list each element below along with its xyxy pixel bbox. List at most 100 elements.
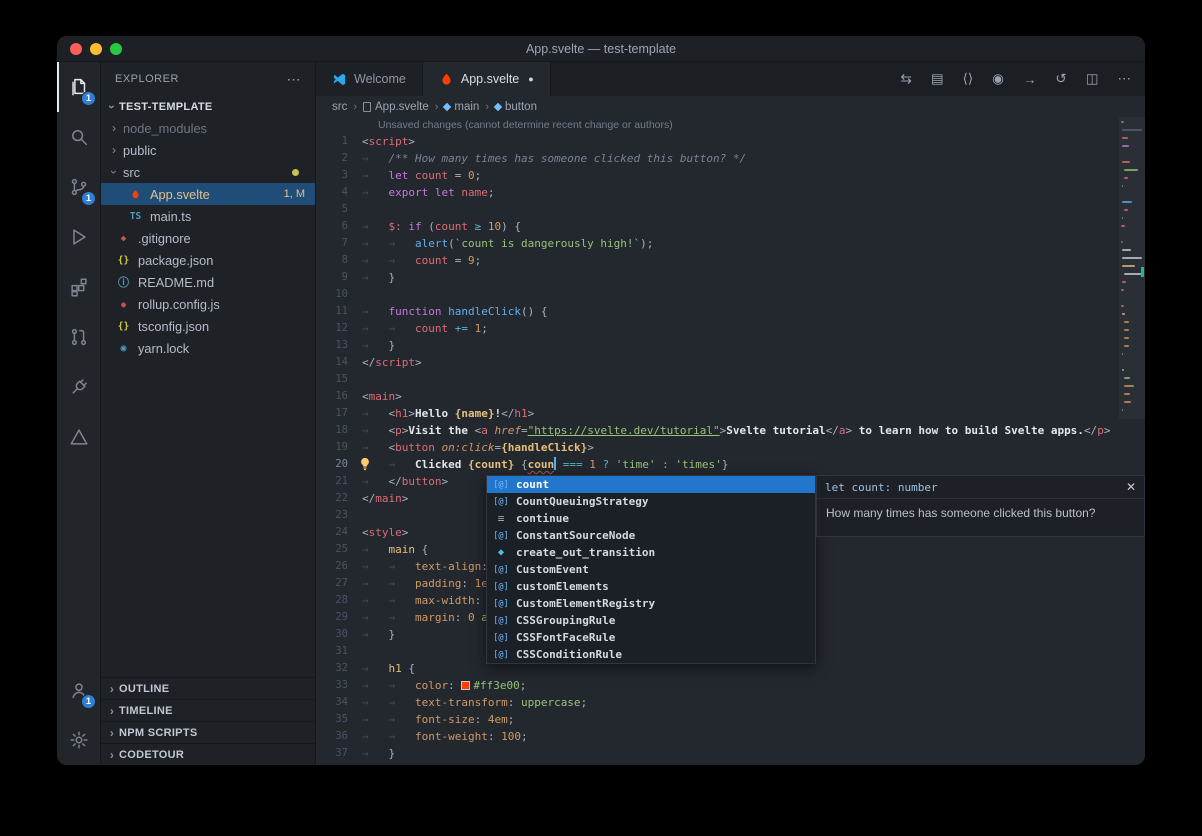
quick-fix-lightbulb-icon[interactable] <box>358 457 372 472</box>
code-token: → <box>362 747 389 760</box>
yarn-file-icon: ◉ <box>115 343 132 354</box>
file-row-.gitignore[interactable]: ◆.gitignore <box>101 227 315 249</box>
code-line-37[interactable]: 37→ } <box>316 745 1145 762</box>
suggestion-CustomEvent[interactable]: [@]CustomEvent <box>487 561 815 578</box>
suggestion-CustomElementRegistry[interactable]: [@]CustomElementRegistry <box>487 595 815 612</box>
breadcrumb-app-svelte[interactable]: App.svelte <box>363 101 429 113</box>
tab-app-svelte[interactable]: App.svelte● <box>423 62 551 96</box>
project-root-row[interactable]: › TEST-TEMPLATE <box>101 96 315 117</box>
code-line-17[interactable]: 17→ <h1>Hello {name}!</h1> <box>316 405 1145 422</box>
file-label: src <box>123 165 140 180</box>
code-line-10[interactable]: 10 <box>316 286 1145 303</box>
code-line-2[interactable]: 2→ /** How many times has someone clicke… <box>316 150 1145 167</box>
ts-file-icon: TS <box>127 211 144 222</box>
code-token: ; <box>488 186 495 199</box>
file-row-main.ts[interactable]: TSmain.ts <box>101 205 315 227</box>
suggestion-customElements[interactable]: [@]customElements <box>487 578 815 595</box>
sidebar-section-codetour[interactable]: ›CODETOUR <box>101 743 315 765</box>
code-line-7[interactable]: 7→ → alert(`count is dangerously high!`)… <box>316 235 1145 252</box>
tab-welcome[interactable]: Welcome <box>316 62 423 96</box>
sidebar-section-timeline[interactable]: ›TIMELINE <box>101 699 315 721</box>
suggestion-CSSFontFaceRule[interactable]: [@]CSSFontFaceRule <box>487 629 815 646</box>
code-line-11[interactable]: 11→ function handleClick() { <box>316 303 1145 320</box>
code-line-3[interactable]: 3→ let count = 0; <box>316 167 1145 184</box>
code-line-15[interactable]: 15 <box>316 371 1145 388</box>
code-line-4[interactable]: 4→ export let name; <box>316 184 1145 201</box>
activity-item-run-debug[interactable] <box>57 212 101 262</box>
code-line-8[interactable]: 8→ → count = 9; <box>316 252 1145 269</box>
file-row-yarn.lock[interactable]: ◉yarn.lock <box>101 337 315 359</box>
code-line-6[interactable]: 6→ $: if (count ≥ 10) { <box>316 218 1145 235</box>
code-token: → <box>362 186 389 199</box>
code-line-1[interactable]: 1<script> <box>316 133 1145 150</box>
file-row-node_modules[interactable]: ›node_modules <box>101 117 315 139</box>
suggestion-CSSGroupingRule[interactable]: [@]CSSGroupingRule <box>487 612 815 629</box>
file-row-app.svelte[interactable]: App.svelte1, M <box>101 183 315 205</box>
toggle-blame-icon[interactable]: ⟨⟩ <box>963 71 974 87</box>
breadcrumb-src[interactable]: src <box>332 101 347 113</box>
minimap[interactable] <box>1119 117 1145 765</box>
code-token: > <box>528 407 535 420</box>
code-line-12[interactable]: 12→ → count += 1; <box>316 320 1145 337</box>
zoom-window-button[interactable] <box>110 43 122 55</box>
titlebar[interactable]: App.svelte — test-template <box>57 36 1145 62</box>
activity-item-explorer[interactable]: 1 <box>57 62 101 112</box>
code-line-13[interactable]: 13→ } <box>316 337 1145 354</box>
more-actions-icon[interactable]: ⋯ <box>1118 71 1132 87</box>
file-row-package.json[interactable]: {}package.json <box>101 249 315 271</box>
code-text: → <p>Visit the <a href="https://svelte.d… <box>362 422 1110 439</box>
suggestion-CountQueuingStrategy[interactable]: [@]CountQueuingStrategy <box>487 493 815 510</box>
code-editor[interactable]: Unsaved changes (cannot determine recent… <box>316 117 1145 765</box>
file-row-src[interactable]: ›src <box>101 161 315 183</box>
code-line-36[interactable]: 36→ → font-weight: 100; <box>316 728 1145 745</box>
sidebar-section-outline[interactable]: ›OUTLINE <box>101 677 315 699</box>
code-text: → } <box>362 337 395 354</box>
breadcrumb-main[interactable]: main <box>444 101 479 113</box>
go-forward-icon[interactable]: → <box>1023 72 1037 87</box>
file-row-tsconfig.json[interactable]: {}tsconfig.json <box>101 315 315 337</box>
code-line-20[interactable]: 20→ → Clicked {count} {coun === 1 ? 'tim… <box>316 456 1145 473</box>
code-token: "https://svelte.dev/tutorial" <box>528 424 720 437</box>
suggestion-CSSConditionRule[interactable]: [@]CSSConditionRule <box>487 646 815 663</box>
commit-graph-icon[interactable]: ◉ <box>992 71 1004 87</box>
code-line-16[interactable]: 16<main> <box>316 388 1145 405</box>
activity-item-accounts[interactable]: 1 <box>57 665 101 715</box>
history-icon[interactable]: ↺ <box>1055 71 1066 87</box>
activity-item-source-control[interactable]: 1 <box>57 162 101 212</box>
close-window-button[interactable] <box>70 43 82 55</box>
suggestion-ConstantSourceNode[interactable]: [@]ConstantSourceNode <box>487 527 815 544</box>
split-editor-icon[interactable]: ◫ <box>1086 71 1099 87</box>
code-line-33[interactable]: 33→ → color: #ff3e00; <box>316 677 1145 694</box>
file-label: node_modules <box>123 121 207 136</box>
breadcrumb-button[interactable]: button <box>495 101 537 113</box>
code-line-5[interactable]: 5 <box>316 201 1145 218</box>
file-row-readme.md[interactable]: ⓘREADME.md <box>101 271 315 293</box>
code-line-18[interactable]: 18→ <p>Visit the <a href="https://svelte… <box>316 422 1145 439</box>
code-line-34[interactable]: 34→ → text-transform: uppercase; <box>316 694 1145 711</box>
activity-item-github-pull-requests[interactable] <box>57 312 101 362</box>
file-row-rollup.config.js[interactable]: ●rollup.config.js <box>101 293 315 315</box>
suggestion-label: create_out_transition <box>516 546 655 559</box>
activity-item-remote-explorer[interactable] <box>57 362 101 412</box>
code-line-9[interactable]: 9→ } <box>316 269 1145 286</box>
suggestion-count[interactable]: [@]count <box>487 476 815 493</box>
activity-item-search[interactable] <box>57 112 101 162</box>
suggestion-continue[interactable]: ≡continue <box>487 510 815 527</box>
code-line-14[interactable]: 14</script> <box>316 354 1145 371</box>
activity-item-extensions[interactable] <box>57 262 101 312</box>
close-icon[interactable]: ✕ <box>1126 480 1136 494</box>
minimize-window-button[interactable] <box>90 43 102 55</box>
code-token: < <box>362 390 369 403</box>
open-changes-icon[interactable]: ⇆ <box>901 71 912 87</box>
file-row-public[interactable]: ›public <box>101 139 315 161</box>
activity-item-settings[interactable] <box>57 715 101 765</box>
sidebar-section-npm-scripts[interactable]: ›NPM SCRIPTS <box>101 721 315 743</box>
minimap-line <box>1122 369 1124 371</box>
open-preview-icon[interactable]: ▤ <box>931 71 944 87</box>
explorer-actions-button[interactable]: ⋯ <box>287 71 302 88</box>
code-line-35[interactable]: 35→ → font-size: 4em; <box>316 711 1145 728</box>
code-line-19[interactable]: 19→ <button on:click={handleClick}> <box>316 439 1145 456</box>
tabs: WelcomeApp.svelte● <box>316 62 551 96</box>
activity-item-azure[interactable] <box>57 412 101 462</box>
suggestion-create_out_transition[interactable]: ◆create_out_transition <box>487 544 815 561</box>
